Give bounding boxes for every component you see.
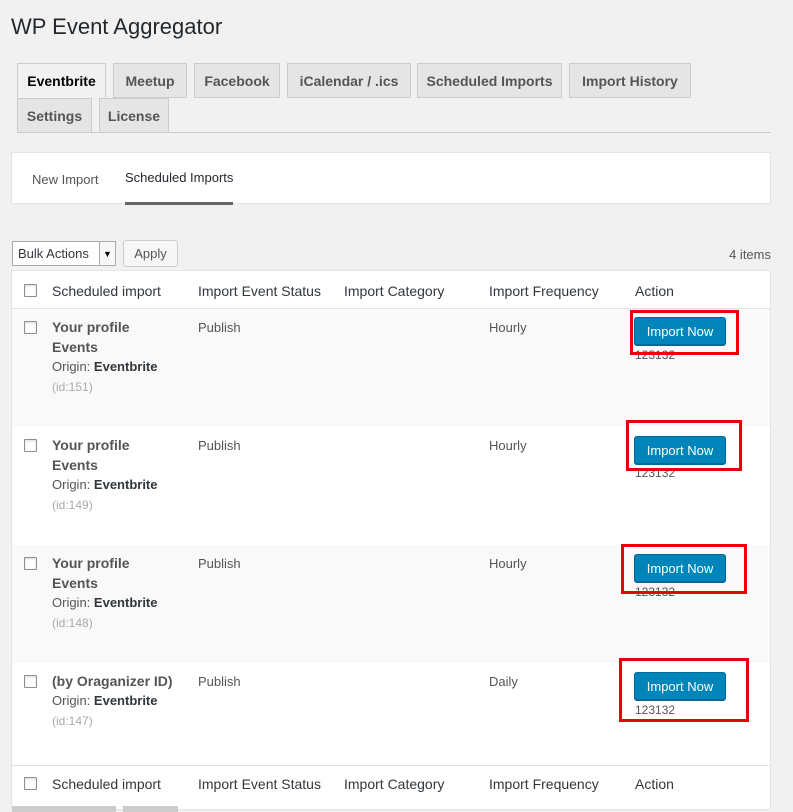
column-footer-status: Import Event Status xyxy=(198,776,321,792)
import-id: (id:149) xyxy=(52,498,93,512)
select-all-checkbox[interactable] xyxy=(24,284,37,297)
scheduled-import-cell: Your profile Events Origin: Eventbrite (… xyxy=(52,435,158,515)
bulk-actions-select[interactable]: Bulk Actions ▼ xyxy=(12,241,116,266)
import-frequency: Hourly xyxy=(489,438,527,453)
import-frequency: Hourly xyxy=(489,556,527,571)
import-title-line2: Events xyxy=(52,339,98,355)
import-status: Publish xyxy=(198,438,241,453)
tab-import-history[interactable]: Import History xyxy=(569,63,691,98)
import-id: (id:147) xyxy=(52,714,93,728)
highlight-box xyxy=(621,544,747,594)
page-title: WP Event Aggregator xyxy=(11,14,223,39)
highlight-box xyxy=(619,658,749,722)
subtab-new-import[interactable]: New Import xyxy=(32,153,98,205)
import-status: Publish xyxy=(198,674,241,689)
scheduled-import-cell: Your profile Events Origin: Eventbrite (… xyxy=(52,553,158,633)
column-footer-action: Action xyxy=(635,776,674,792)
row-checkbox[interactable] xyxy=(24,675,37,688)
column-footer-category: Import Category xyxy=(344,776,445,792)
import-frequency: Daily xyxy=(489,674,518,689)
import-origin: Origin: Eventbrite xyxy=(52,693,158,708)
row-checkbox[interactable] xyxy=(24,557,37,570)
nav-tab-wrapper: Eventbrite Meetup Facebook iCalendar / .… xyxy=(17,63,771,133)
import-title-line2: Events xyxy=(52,457,98,473)
import-id: (id:151) xyxy=(52,380,93,394)
chevron-down-icon: ▼ xyxy=(99,242,115,265)
apply-button-bottom[interactable] xyxy=(123,806,178,812)
table-footer: Scheduled import Import Event Status Imp… xyxy=(12,765,770,803)
tab-scheduled-imports[interactable]: Scheduled Imports xyxy=(417,63,562,98)
tab-meetup[interactable]: Meetup xyxy=(113,63,187,98)
select-all-checkbox-footer[interactable] xyxy=(24,777,37,790)
apply-button[interactable]: Apply xyxy=(123,240,178,267)
column-header-frequency: Import Frequency xyxy=(489,283,599,299)
import-frequency: Hourly xyxy=(489,320,527,335)
column-header-action: Action xyxy=(635,283,674,299)
import-origin: Origin: Eventbrite xyxy=(52,595,158,610)
highlight-box xyxy=(626,420,742,471)
import-status: Publish xyxy=(198,556,241,571)
import-origin: Origin: Eventbrite xyxy=(52,359,158,374)
column-footer-frequency: Import Frequency xyxy=(489,776,599,792)
tab-eventbrite[interactable]: Eventbrite xyxy=(17,63,106,98)
import-title[interactable]: Your profile xyxy=(52,553,158,573)
column-header-status: Import Event Status xyxy=(198,283,321,299)
import-title[interactable]: Your profile xyxy=(52,435,158,455)
import-origin: Origin: Eventbrite xyxy=(52,477,158,492)
highlight-box xyxy=(630,310,739,355)
column-header-scheduled-import[interactable]: Scheduled import xyxy=(52,283,161,299)
row-checkbox[interactable] xyxy=(24,439,37,452)
import-title[interactable]: Your profile xyxy=(52,317,158,337)
import-title-line2: Events xyxy=(52,575,98,591)
scheduled-import-cell: Your profile Events Origin: Eventbrite (… xyxy=(52,317,158,397)
column-footer-scheduled-import[interactable]: Scheduled import xyxy=(52,776,161,792)
items-count: 4 items xyxy=(729,247,771,262)
column-header-category: Import Category xyxy=(344,283,445,299)
tab-facebook[interactable]: Facebook xyxy=(194,63,280,98)
scheduled-import-cell: (by Oraganizer ID) Origin: Eventbrite (i… xyxy=(52,671,173,731)
bulk-actions-select-bottom[interactable] xyxy=(12,806,116,812)
row-checkbox[interactable] xyxy=(24,321,37,334)
import-status: Publish xyxy=(198,320,241,335)
tab-license[interactable]: License xyxy=(99,98,169,133)
subtabs-panel: New Import Scheduled Imports xyxy=(11,152,771,205)
import-id: (id:148) xyxy=(52,616,93,630)
subtab-scheduled-imports[interactable]: Scheduled Imports xyxy=(125,153,234,205)
tab-settings[interactable]: Settings xyxy=(17,98,92,133)
bulk-actions-value: Bulk Actions xyxy=(18,246,89,261)
tab-icalendar[interactable]: iCalendar / .ics xyxy=(287,63,411,98)
table-header: Scheduled import Import Event Status Imp… xyxy=(12,271,770,309)
import-title[interactable]: (by Oraganizer ID) xyxy=(52,671,173,691)
